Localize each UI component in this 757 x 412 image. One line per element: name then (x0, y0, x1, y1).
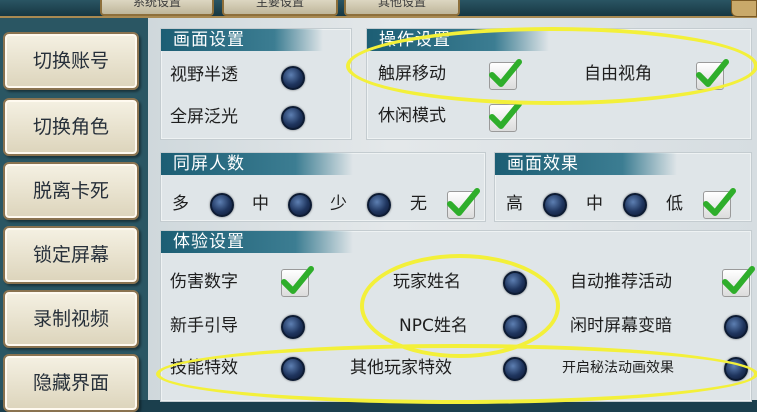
section-title: 画面设置 (161, 29, 323, 51)
option-label: 中 (586, 194, 603, 214)
tab-other[interactable]: 其他设置 (344, 0, 460, 16)
toggle-view-transparency[interactable] (281, 66, 305, 90)
option-label: 其他玩家特效 (350, 358, 452, 378)
hide-ui-button[interactable]: 隐藏界面 (3, 354, 139, 412)
checkmark-icon (722, 266, 755, 294)
option-label: NPC姓名 (399, 316, 468, 336)
checkmark-icon (447, 188, 480, 216)
option-label: 技能特效 (170, 358, 238, 378)
check-casual-mode[interactable] (489, 101, 522, 132)
check-touch-move[interactable] (489, 59, 522, 90)
check-auto-recommend[interactable] (722, 266, 755, 297)
toggle-idle-dim[interactable] (724, 315, 748, 339)
option-label: 视野半透 (170, 65, 238, 85)
checkmark-icon (703, 188, 736, 216)
check-free-view[interactable] (696, 59, 729, 90)
option-label: 闲时屏幕变暗 (570, 316, 672, 336)
unstuck-button[interactable]: 脱离卡死 (3, 162, 139, 220)
toggle-fullscreen-bloom[interactable] (281, 106, 305, 130)
option-label: 多 (172, 194, 189, 214)
option-label: 开启秘法动画效果 (562, 360, 674, 376)
radio-count-many[interactable] (210, 193, 234, 217)
option-label: 玩家姓名 (393, 272, 461, 292)
lock-screen-button[interactable]: 锁定屏幕 (3, 226, 139, 284)
top-tab-bar: 系统设置 主要设置 其他设置 (0, 0, 757, 18)
option-label: 自动推荐活动 (570, 272, 672, 292)
option-label: 高 (506, 194, 523, 214)
section-title: 画面效果 (495, 153, 677, 175)
tab-main[interactable]: 主要设置 (222, 0, 338, 16)
sidebar: 切换账号 切换角色 脱离卡死 锁定屏幕 录制视频 隐藏界面 (0, 18, 148, 412)
section-title: 操作设置 (367, 29, 549, 51)
toggle-tutorial[interactable] (281, 315, 305, 339)
same-screen-count-section: 同屏人数 (160, 152, 486, 222)
option-label: 中 (252, 194, 269, 214)
option-label: 无 (410, 194, 427, 214)
checkmark-icon (489, 101, 522, 129)
option-label: 少 (330, 194, 347, 214)
radio-quality-high[interactable] (543, 193, 567, 217)
option-label: 伤害数字 (170, 272, 238, 292)
checkmark-icon (281, 266, 314, 294)
option-label: 新手引导 (170, 316, 238, 336)
option-label: 自由视角 (584, 64, 652, 84)
record-video-button[interactable]: 录制视频 (3, 290, 139, 348)
toggle-other-player-effects[interactable] (503, 357, 527, 381)
section-title: 体验设置 (161, 231, 353, 253)
toggle-player-names[interactable] (503, 271, 527, 295)
checkmark-icon (696, 59, 729, 87)
option-label: 休闲模式 (378, 106, 446, 126)
radio-count-medium[interactable] (288, 193, 312, 217)
section-title: 同屏人数 (161, 153, 353, 175)
radio-quality-medium[interactable] (623, 193, 647, 217)
radio-count-none[interactable] (447, 188, 480, 219)
switch-account-button[interactable]: 切换账号 (3, 32, 139, 90)
toggle-npc-names[interactable] (503, 315, 527, 339)
option-label: 触屏移动 (378, 64, 446, 84)
close-button[interactable] (731, 0, 757, 17)
checkmark-icon (489, 59, 522, 87)
toggle-skill-effects[interactable] (281, 357, 305, 381)
radio-quality-low[interactable] (703, 188, 736, 219)
switch-character-button[interactable]: 切换角色 (3, 98, 139, 156)
radio-count-few[interactable] (367, 193, 391, 217)
toggle-secret-animation[interactable] (724, 357, 748, 381)
tab-system[interactable]: 系统设置 (100, 0, 214, 16)
check-damage-numbers[interactable] (281, 266, 314, 297)
option-label: 全屏泛光 (170, 107, 238, 127)
option-label: 低 (666, 194, 683, 214)
